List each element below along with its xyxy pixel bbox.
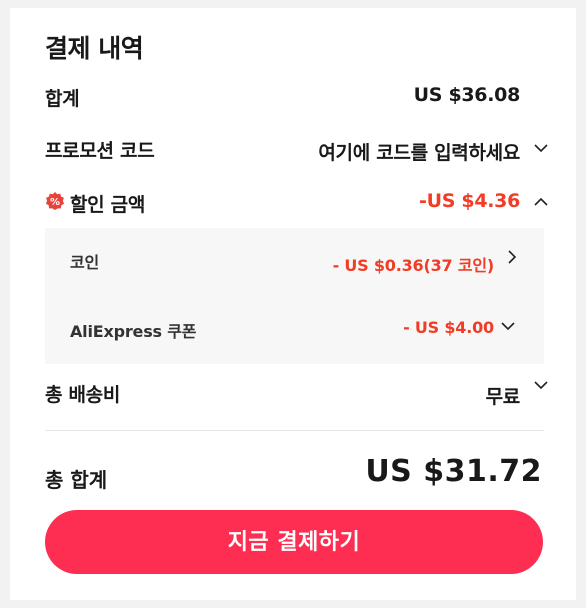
- svg-text:%: %: [50, 197, 60, 208]
- summary-title: 결제 내역: [45, 34, 144, 63]
- total-value: US $31.72: [365, 454, 542, 489]
- total-label: 총 합계: [45, 468, 108, 492]
- divider: [45, 430, 544, 431]
- promo-code-label: 프로모션 코드: [45, 140, 155, 162]
- discount-value: -US $4.36: [418, 190, 520, 212]
- chevron-right-icon[interactable]: [503, 248, 521, 266]
- discount-badge-icon: %: [46, 192, 64, 210]
- promo-code-input[interactable]: 여기에 코드를 입력하세요: [318, 138, 520, 165]
- coin-discount-value: - US $0.36(37 코인): [332, 256, 495, 275]
- coupon-label: AliExpress 쿠폰: [70, 322, 197, 341]
- discount-label: 할인 금액: [70, 194, 146, 216]
- chevron-down-icon[interactable]: [499, 317, 517, 335]
- chevron-down-icon[interactable]: [532, 139, 550, 157]
- shipping-value: 무료: [485, 386, 521, 408]
- discount-breakdown-panel: 코인 - US $0.36(37 코인) AliExpress 쿠폰 - US …: [45, 228, 544, 364]
- chevron-down-icon[interactable]: [532, 376, 550, 394]
- coupon-discount-value: - US $4.00: [403, 318, 494, 337]
- subtotal-label: 합계: [45, 88, 80, 110]
- shipping-label: 총 배송비: [45, 384, 121, 406]
- pay-now-button[interactable]: 지금 결제하기: [45, 510, 543, 574]
- subtotal-value: US $36.08: [413, 84, 521, 106]
- order-summary-card: 결제 내역 합계 US $36.08 프로모션 코드 여기에 코드를 입력하세요…: [10, 8, 576, 600]
- chevron-up-icon[interactable]: [532, 193, 550, 211]
- coin-label: 코인: [70, 253, 100, 272]
